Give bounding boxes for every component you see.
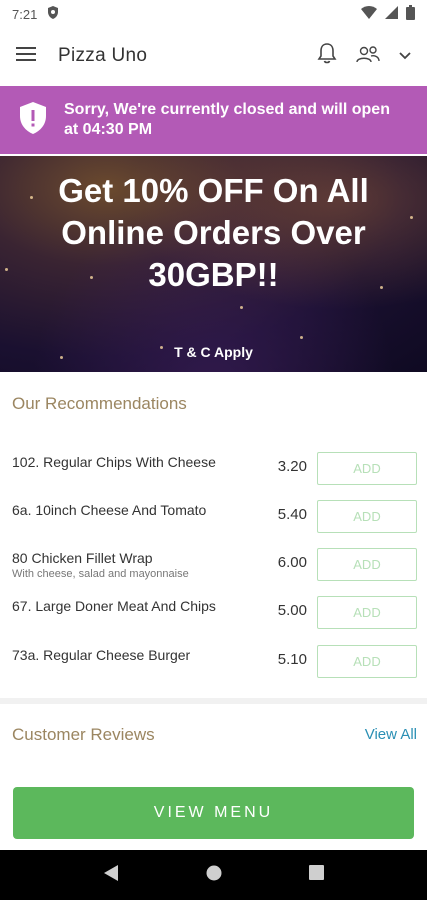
item-price: 3.20 bbox=[277, 458, 307, 475]
home-icon[interactable] bbox=[206, 865, 222, 886]
wifi-icon bbox=[361, 6, 377, 22]
add-button[interactable]: ADD bbox=[317, 596, 417, 629]
item-price: 5.00 bbox=[277, 602, 307, 619]
chevron-down-icon[interactable] bbox=[399, 47, 411, 65]
closed-message: Sorry, We're currently closed and will o… bbox=[64, 101, 390, 138]
item-name: 102. Regular Chips With Cheese bbox=[12, 454, 216, 470]
item-name: 67. Large Doner Meat And Chips bbox=[12, 598, 216, 614]
recents-icon[interactable] bbox=[308, 865, 324, 885]
list-item: 67. Large Doner Meat And Chips 5.00 ADD bbox=[0, 592, 427, 636]
item-name: 73a. Regular Cheese Burger bbox=[12, 647, 191, 663]
promo-terms: T & C Apply bbox=[174, 344, 253, 360]
add-button[interactable]: ADD bbox=[317, 452, 417, 485]
menu-icon[interactable] bbox=[16, 46, 36, 67]
status-bar: 7:21 bbox=[0, 0, 427, 28]
shield-status-icon bbox=[47, 6, 59, 22]
list-item: 73a. Regular Cheese Burger 5.10 ADD bbox=[0, 641, 427, 685]
app-bar: Pizza Uno bbox=[0, 28, 427, 84]
item-description: With cheese, salad and mayonnaise bbox=[12, 568, 189, 580]
list-item: 6a. 10inch Cheese And Tomato 5.40 ADD bbox=[0, 496, 427, 540]
item-price: 5.10 bbox=[277, 651, 307, 668]
closed-banner: Sorry, We're currently closed and will o… bbox=[0, 86, 427, 154]
navigation-bar bbox=[0, 850, 427, 900]
status-time: 7:21 bbox=[12, 6, 38, 22]
page-title: Pizza Uno bbox=[58, 45, 148, 66]
shield-alert-icon bbox=[20, 101, 46, 139]
reviews-title: Customer Reviews bbox=[12, 725, 155, 744]
list-item: 80 Chicken Fillet Wrap With cheese, sala… bbox=[0, 544, 427, 588]
battery-icon bbox=[406, 5, 415, 23]
item-price: 5.40 bbox=[277, 506, 307, 523]
promo-banner[interactable]: Get 10% OFF On All Online Orders Over 30… bbox=[0, 156, 427, 372]
add-button[interactable]: ADD bbox=[317, 645, 417, 678]
item-name: 80 Chicken Fillet Wrap bbox=[12, 550, 153, 566]
recommendations-title: Our Recommendations bbox=[12, 394, 187, 413]
add-button[interactable]: ADD bbox=[317, 500, 417, 533]
view-all-link[interactable]: View All bbox=[365, 726, 417, 743]
divider bbox=[0, 698, 427, 704]
signal-icon bbox=[385, 6, 398, 22]
list-item: 102. Regular Chips With Cheese 3.20 ADD bbox=[0, 448, 427, 492]
view-menu-button[interactable]: VIEW MENU bbox=[13, 787, 414, 839]
item-name: 6a. 10inch Cheese And Tomato bbox=[12, 502, 207, 518]
add-button[interactable]: ADD bbox=[317, 548, 417, 581]
back-icon[interactable] bbox=[103, 864, 119, 887]
item-price: 6.00 bbox=[277, 554, 307, 571]
bell-icon[interactable] bbox=[317, 42, 337, 70]
promo-headline: Get 10% OFF On All Online Orders Over 30… bbox=[58, 172, 369, 293]
users-icon[interactable] bbox=[355, 45, 381, 68]
